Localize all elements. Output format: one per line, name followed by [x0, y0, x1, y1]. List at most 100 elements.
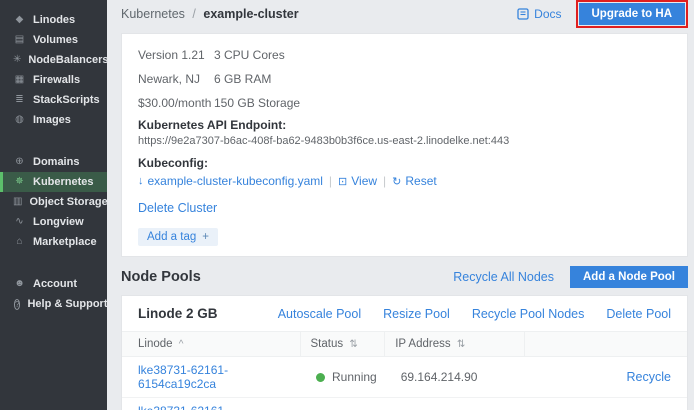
- object-storage-icon: ▥: [13, 197, 22, 207]
- reset-label: Reset: [405, 174, 436, 188]
- separator: |: [329, 174, 332, 188]
- add-node-pool-button[interactable]: Add a Node Pool: [570, 266, 688, 288]
- kubeconfig-view-link[interactable]: ⊡ View: [338, 174, 377, 188]
- sidebar-item-volumes[interactable]: ▤ Volumes: [0, 30, 107, 50]
- node-name-link[interactable]: lke38731-62161-6154ca19c2ca: [122, 357, 300, 398]
- cluster-specs: Version 1.21 3 CPU Cores Newark, NJ 6 GB…: [138, 43, 671, 115]
- add-tag-button[interactable]: Add a tag +: [138, 228, 218, 246]
- sidebar-item-label: Linodes: [33, 14, 75, 26]
- delete-pool-link[interactable]: Delete Pool: [606, 307, 671, 321]
- breadcrumb-kubernetes-link[interactable]: Kubernetes: [121, 7, 185, 21]
- cluster-version: Version 1.21: [138, 48, 214, 62]
- reset-icon: ↻: [392, 175, 401, 188]
- column-header-linode[interactable]: Linode ^: [122, 332, 300, 357]
- breadcrumb: Kubernetes / example-cluster: [121, 7, 299, 21]
- node-ip: 45.79.191.250: [385, 398, 525, 410]
- kubeconfig-download-link[interactable]: ↓ example-cluster-kubeconfig.yaml: [138, 174, 323, 188]
- column-header-status[interactable]: Status ⇅: [300, 332, 385, 357]
- node-pools-title: Node Pools: [121, 269, 201, 285]
- recycle-all-nodes-link[interactable]: Recycle All Nodes: [453, 270, 554, 284]
- sidebar-item-help-support[interactable]: ? Help & Support: [0, 294, 107, 314]
- separator: |: [383, 174, 386, 188]
- api-endpoint-value: https://9e2a7307-b6ac-408f-ba62-9483b0b3…: [138, 135, 671, 147]
- sidebar-item-stackscripts[interactable]: ≣ StackScripts: [0, 90, 107, 110]
- firewalls-icon: ▦: [13, 75, 26, 85]
- spec-row: Version 1.21 3 CPU Cores: [138, 43, 671, 67]
- kubeconfig-filename: example-cluster-kubeconfig.yaml: [148, 174, 323, 188]
- recycle-pool-nodes-link[interactable]: Recycle Pool Nodes: [472, 307, 585, 321]
- node-name-link[interactable]: lke38731-62161-6154ca19e885: [122, 398, 300, 410]
- kubeconfig-row: ↓ example-cluster-kubeconfig.yaml | ⊡ Vi…: [138, 174, 671, 188]
- main-area: Kubernetes / example-cluster Docs Upgrad…: [107, 0, 694, 410]
- recycle-node-link[interactable]: Recycle: [627, 370, 671, 384]
- nodes-table-header-row: Linode ^ Status ⇅ IP Address ⇅: [122, 332, 687, 357]
- sidebar-item-images[interactable]: ◍ Images: [0, 110, 107, 130]
- volumes-icon: ▤: [13, 35, 26, 45]
- sidebar-item-label: Firewalls: [33, 74, 80, 86]
- cluster-ram: 6 GB RAM: [214, 72, 271, 86]
- docs-link[interactable]: Docs: [517, 7, 561, 21]
- node-pool-card: Linode 2 GB Autoscale Pool Resize Pool R…: [121, 295, 688, 410]
- nodebalancers-icon: ✳: [13, 55, 21, 65]
- annotation-highlight-box: Upgrade to HA: [576, 0, 689, 28]
- sidebar-item-label: Object Storage: [29, 196, 107, 208]
- docs-icon: [517, 8, 529, 20]
- sidebar-item-kubernetes[interactable]: ✵ Kubernetes: [0, 172, 107, 192]
- table-row: lke38731-62161-6154ca19e885 Running 45.7…: [122, 398, 687, 410]
- tags-row: Add a tag +: [138, 227, 671, 246]
- column-header-actions: [525, 332, 687, 357]
- sidebar-item-label: Volumes: [33, 34, 78, 46]
- delete-cluster-link[interactable]: Delete Cluster: [138, 201, 217, 215]
- column-header-ip-address[interactable]: IP Address ⇅: [385, 332, 525, 357]
- sort-icon: ⇅: [349, 339, 357, 350]
- spec-row: Newark, NJ 6 GB RAM: [138, 67, 671, 91]
- view-icon: ⊡: [338, 175, 347, 188]
- kubernetes-icon: ✵: [13, 177, 26, 187]
- sidebar-item-linodes[interactable]: ◆ Linodes: [0, 10, 107, 30]
- sidebar-item-firewalls[interactable]: ▦ Firewalls: [0, 70, 107, 90]
- cluster-cpu: 3 CPU Cores: [214, 48, 285, 62]
- sidebar-item-label: Account: [33, 278, 77, 290]
- pool-action-links: Autoscale Pool Resize Pool Recycle Pool …: [278, 307, 671, 321]
- topbar: Kubernetes / example-cluster Docs Upgrad…: [107, 0, 694, 28]
- upgrade-to-ha-button[interactable]: Upgrade to HA: [579, 3, 686, 25]
- content-area: Version 1.21 3 CPU Cores Newark, NJ 6 GB…: [107, 28, 694, 410]
- resize-pool-link[interactable]: Resize Pool: [383, 307, 450, 321]
- autoscale-pool-link[interactable]: Autoscale Pool: [278, 307, 361, 321]
- add-tag-label: Add a tag: [147, 231, 196, 243]
- account-icon: ☻: [13, 279, 26, 289]
- linodes-icon: ◆: [13, 15, 26, 25]
- sidebar-item-nodebalancers[interactable]: ✳ NodeBalancers: [0, 50, 107, 70]
- app-window: ◆ Linodes ▤ Volumes ✳ NodeBalancers ▦ Fi…: [0, 0, 694, 410]
- sidebar-item-marketplace[interactable]: ⌂ Marketplace: [0, 232, 107, 252]
- sidebar-item-object-storage[interactable]: ▥ Object Storage: [0, 192, 107, 212]
- node-pools-actions: Recycle All Nodes Add a Node Pool: [453, 266, 688, 288]
- nodes-table: Linode ^ Status ⇅ IP Address ⇅: [122, 331, 687, 410]
- sidebar-item-label: Marketplace: [33, 236, 97, 248]
- sidebar-item-label: Kubernetes: [33, 176, 94, 188]
- sidebar-item-label: StackScripts: [33, 94, 100, 106]
- status-badge: Running: [316, 370, 377, 384]
- sidebar-item-label: Images: [33, 114, 71, 126]
- sidebar-item-label: Domains: [33, 156, 79, 168]
- kubeconfig-reset-link[interactable]: ↻ Reset: [392, 174, 437, 188]
- cluster-region: Newark, NJ: [138, 72, 214, 86]
- topbar-actions: Docs Upgrade to HA: [517, 0, 688, 28]
- longview-icon: ∿: [13, 217, 26, 227]
- download-icon: ↓: [138, 175, 144, 187]
- sidebar-item-account[interactable]: ☻ Account: [0, 274, 107, 294]
- sidebar-item-domains[interactable]: ⊕ Domains: [0, 152, 107, 172]
- cluster-storage: 150 GB Storage: [214, 96, 300, 110]
- plus-icon: +: [202, 231, 209, 243]
- breadcrumb-separator: /: [192, 7, 195, 21]
- sidebar-item-label: NodeBalancers: [28, 54, 108, 66]
- sidebar-divider: [0, 130, 107, 152]
- breadcrumb-cluster-name: example-cluster: [203, 7, 298, 21]
- api-endpoint-label: Kubernetes API Endpoint:: [138, 118, 671, 132]
- marketplace-icon: ⌂: [13, 237, 26, 247]
- sidebar-item-longview[interactable]: ∿ Longview: [0, 212, 107, 232]
- sort-icon: ⇅: [457, 339, 465, 350]
- table-row: lke38731-62161-6154ca19c2ca Running 69.1…: [122, 357, 687, 398]
- images-icon: ◍: [13, 115, 26, 125]
- view-label: View: [351, 174, 377, 188]
